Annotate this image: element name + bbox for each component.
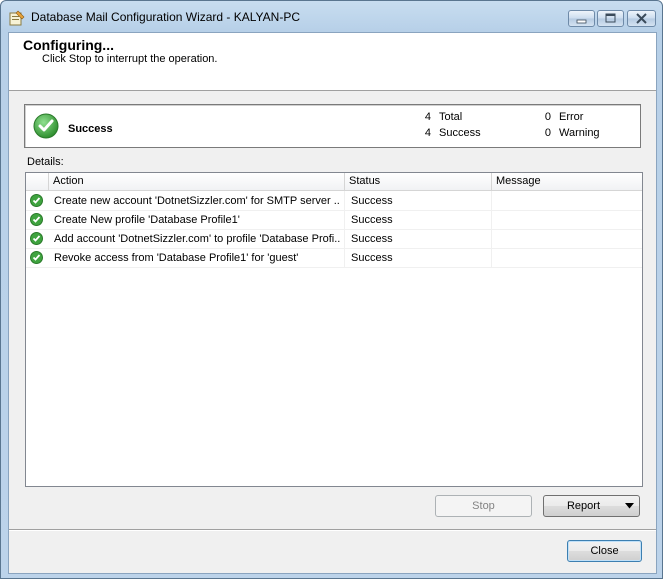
column-header-message[interactable]: Message — [496, 175, 541, 187]
error-label: Error — [559, 111, 584, 123]
page-title: Configuring... — [23, 37, 114, 53]
minimize-button[interactable] — [568, 10, 595, 27]
row-status: Success — [351, 252, 393, 264]
column-separator — [491, 173, 492, 190]
row-status: Success — [351, 233, 393, 245]
maximize-button[interactable] — [597, 10, 624, 27]
footer-divider — [9, 529, 656, 531]
header-panel: Configuring... Click Stop to interrupt t… — [9, 33, 656, 91]
dialog-client-area: Configuring... Click Stop to interrupt t… — [8, 32, 657, 574]
close-button[interactable]: Close — [567, 540, 642, 562]
success-check-icon — [30, 251, 43, 264]
total-label: Total — [439, 111, 463, 123]
minimize-icon — [576, 19, 587, 24]
row-status: Success — [351, 214, 393, 226]
close-icon — [636, 13, 647, 24]
success-check-icon — [30, 213, 43, 226]
row-action: Revoke access from 'Database Profile1' f… — [54, 252, 299, 264]
report-button[interactable]: Report — [543, 495, 640, 517]
row-status: Success — [351, 195, 393, 207]
error-count: 0 — [544, 111, 551, 123]
table-row[interactable]: Create new account 'DotnetSizzler.com' f… — [26, 191, 642, 211]
title-bar[interactable]: Database Mail Configuration Wizard - KAL… — [1, 1, 662, 33]
details-grid[interactable]: Action Status Message Create new account… — [25, 172, 643, 487]
success-check-icon — [30, 194, 43, 207]
row-action: Add account 'DotnetSizzler.com' to profi… — [54, 233, 340, 245]
wizard-window: Database Mail Configuration Wizard - KAL… — [0, 0, 663, 579]
warning-count: 0 — [544, 127, 551, 139]
table-row[interactable]: Add account 'DotnetSizzler.com' to profi… — [26, 229, 642, 249]
mail-wizard-icon — [9, 10, 25, 26]
total-count: 4 — [424, 111, 431, 123]
stop-button[interactable]: Stop — [435, 495, 532, 517]
overall-status-label: Success — [68, 123, 113, 135]
success-check-icon — [30, 232, 43, 245]
status-summary-panel: Success 4 Total 4 Success 0 Error 0 Warn… — [24, 104, 641, 148]
report-button-label: Report — [566, 500, 601, 512]
details-label: Details: — [27, 156, 64, 168]
column-separator — [48, 173, 49, 190]
maximize-icon — [605, 13, 616, 23]
row-action: Create New profile 'Database Profile1' — [54, 214, 240, 226]
success-count-label: Success — [439, 127, 481, 139]
grid-header: Action Status Message — [26, 173, 642, 191]
row-action: Create new account 'DotnetSizzler.com' f… — [54, 195, 340, 207]
column-separator — [344, 173, 345, 190]
window-title: Database Mail Configuration Wizard - KAL… — [31, 10, 300, 24]
close-window-button[interactable] — [627, 10, 656, 27]
table-row[interactable]: Revoke access from 'Database Profile1' f… — [26, 248, 642, 268]
warning-label: Warning — [559, 127, 600, 139]
column-header-action[interactable]: Action — [53, 175, 84, 187]
column-header-status[interactable]: Status — [349, 175, 380, 187]
success-count: 4 — [424, 127, 431, 139]
success-check-icon — [33, 113, 59, 139]
table-row[interactable]: Create New profile 'Database Profile1' S… — [26, 210, 642, 230]
page-subtitle: Click Stop to interrupt the operation. — [42, 53, 218, 65]
dropdown-arrow-icon — [625, 503, 634, 509]
